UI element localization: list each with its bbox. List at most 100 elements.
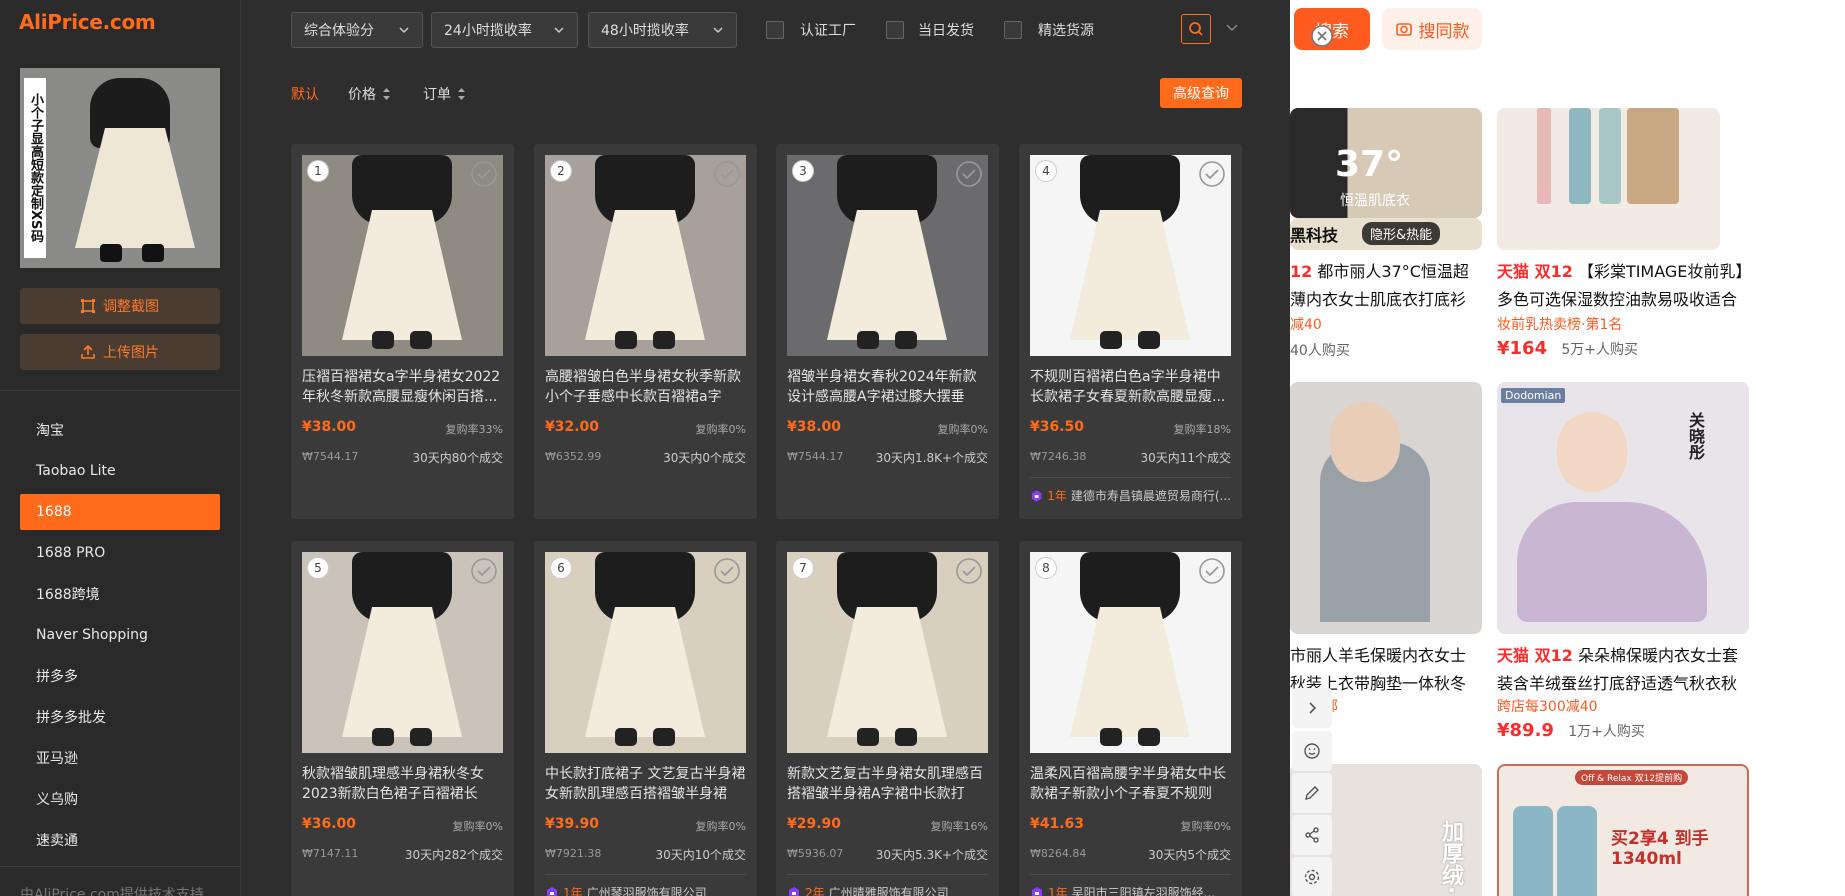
upload-image-button[interactable]: 上传图片 [20,334,220,370]
search-button[interactable] [1181,14,1211,44]
chevron-down-icon [713,27,723,34]
feedback-button[interactable] [1292,731,1332,771]
nav-item-yiwugo[interactable]: 义乌购 [20,781,220,817]
bg-product-image[interactable]: Dodomian 关晓彤 [1497,382,1749,634]
product-card[interactable]: 1 压褶百褶裙女a字半身裙女2022年秋冬新款高腰显瘦休闲百搭... ¥38.0… [291,144,514,519]
supplier-info[interactable]: 1年 建德市寿昌镇晨遮贸易商行(... [1030,487,1231,504]
dropdown-48h-pickup-rate[interactable]: 48小时揽收率 [588,12,737,48]
sort-price[interactable]: 价格 [348,84,391,104]
expand-button[interactable] [1292,688,1332,728]
bg-product-promo: 减40 [1290,317,1322,333]
bg-product-title[interactable]: 12 都市丽人37°C恒温超薄内衣女士肌底衣打底衫秋 [1290,258,1480,314]
repurchase-rate: 复购率0% [937,423,988,436]
nav-item-pinduoduo[interactable]: 拼多多 [20,658,220,694]
check-circle-icon[interactable] [470,557,498,585]
product-card[interactable]: 3 褶皱半身裙女春秋2024年新款设计感高腰A字裙过膝大摆垂感... ¥38.0… [776,144,999,519]
supplier-divider [545,874,746,875]
check-circle-icon[interactable] [955,557,983,585]
bg-img-badge: 隐形&热能 [1362,222,1441,245]
product-title[interactable]: 褶皱半身裙女春秋2024年新款设计感高腰A字裙过膝大摆垂感... [787,367,988,409]
product-card[interactable]: 4 不规则百褶裙白色a字半身裙中长款裙子女春夏新款高腰显瘦... ¥36.50 … [1019,144,1242,519]
monthly-sales: 30天内0个成交 [663,451,746,465]
product-title[interactable]: 中长款打底裙子 文艺复古半身裙女新款肌理感百搭褶皱半身裙A... [545,764,746,806]
checkbox-selected-sources[interactable] [1004,21,1022,39]
product-title[interactable]: 压褶百褶裙女a字半身裙女2022年秋冬新款高腰显瘦休闲百搭... [302,367,503,409]
nav-item-aliexpress[interactable]: 速卖通 [20,822,220,858]
checkbox-certified-factory[interactable] [766,21,784,39]
product-card[interactable]: 5 秋款褶皱肌理感半身裙秋冬女2023新款白色裙子百褶裙长裙... ¥36.00… [291,541,514,896]
product-image[interactable]: 2 [545,155,746,356]
bg-product-tag: 12 [1290,262,1313,281]
product-card[interactable]: 2 高腰褶皱白色半身裙女秋季新款小个子垂感中长款百褶裙a字裙... ¥32.00… [534,144,757,519]
chevron-right-icon [1309,702,1317,714]
nav-item-amazon[interactable]: 亚马逊 [20,740,220,776]
close-icon[interactable] [1310,24,1334,48]
product-title[interactable]: 新款文艺复古半身裙女肌理感百搭褶皱半身裙A字裙中长款打底... [787,764,988,806]
product-title[interactable]: 不规则百褶裙白色a字半身裙中长款裙子女春夏新款高腰显瘦... [1030,367,1231,409]
nav-item-pinduoduo-wholesale[interactable]: 拼多多批发 [20,699,220,735]
bg-product-title[interactable]: 天猫 双12 朵朵棉保暖内衣女士套装含羊绒蚕丝打底舒适透气秋衣秋裤 [1497,642,1752,698]
bg-product-price: ¥164 5万+人购买 [1497,338,1638,359]
nav-item-1688-pro[interactable]: 1688 PRO [20,535,220,571]
repurchase-rate: 复购率33% [445,423,503,436]
nav-item-naver-shopping[interactable]: Naver Shopping [20,617,220,653]
nav-item-taobao[interactable]: 淘宝 [20,412,220,448]
bg-same-style-button[interactable]: 搜同款 [1382,8,1482,50]
sort-orders[interactable]: 订单 [423,84,466,104]
settings-button[interactable] [1292,857,1332,896]
adjust-screenshot-button[interactable]: 调整截图 [20,288,220,324]
bg-product-image[interactable]: 37° 恒温肌底衣 [1290,108,1482,218]
bg-product-image[interactable] [1290,382,1482,634]
bg-product-sold: 1万+人购买 [1568,724,1645,740]
product-title[interactable]: 高腰褶皱白色半身裙女秋季新款小个子垂感中长款百褶裙a字裙... [545,367,746,409]
chevron-down-icon [399,27,409,34]
dropdown-24h-pickup-rate[interactable]: 24小时揽收率 [431,12,578,48]
supplier-badge-icon [789,886,799,896]
product-image[interactable]: 8 [1030,552,1231,753]
chevron-down-icon[interactable] [1224,20,1240,36]
supplier-divider [1030,874,1231,875]
product-price: ¥38.00 [787,419,842,435]
check-circle-icon[interactable] [1198,557,1226,585]
bg-product-tag: 天猫 双12 [1497,262,1573,281]
bg-product-image[interactable]: Off & Relax 双12提前购 买2享4 到手1340ml [1497,764,1749,896]
supplier-info[interactable]: 1年 广州琴羽服饰有限公司 [545,884,746,896]
supplier-years: 2年 [805,886,825,896]
check-circle-icon[interactable] [1198,160,1226,188]
rank-number: 5 [307,557,329,579]
edit-button[interactable] [1292,773,1332,813]
supplier-badge-icon [1031,489,1042,502]
product-title[interactable]: 温柔风百褶高腰字半身裙女中长款裙子新款小个子春夏不规则 [1030,764,1231,806]
product-card[interactable]: 7 新款文艺复古半身裙女肌理感百搭褶皱半身裙A字裙中长款打底... ¥29.90… [776,541,999,896]
bg-product-promo: 妆前乳热卖榜·第1名 [1497,317,1623,333]
product-image[interactable]: 6 [545,552,746,753]
nav-item-1688[interactable]: 1688 [20,494,220,530]
advanced-search-button[interactable]: 高级查询 [1160,78,1242,108]
bg-product-image[interactable] [1497,108,1720,250]
logo: AliPrice.com [19,10,156,34]
share-button[interactable] [1292,815,1332,855]
nav-item-1688-cross-border[interactable]: 1688跨境 [20,576,220,612]
check-circle-icon[interactable] [713,557,741,585]
bg-same-style-label: 搜同款 [1418,21,1470,42]
product-image[interactable]: 1 [302,155,503,356]
check-circle-icon[interactable] [713,160,741,188]
check-circle-icon[interactable] [955,160,983,188]
check-circle-icon[interactable] [470,160,498,188]
product-card[interactable]: 8 温柔风百褶高腰字半身裙女中长款裙子新款小个子春夏不规则 ¥41.63 复购率… [1019,541,1242,896]
product-title[interactable]: 秋款褶皱肌理感半身裙秋冬女2023新款白色裙子百褶裙长裙... [302,764,503,806]
supplier-info[interactable]: 2年 广州晴雅服饰有限公司 [787,884,988,896]
bg-img-brand: Dodomian [1501,388,1566,403]
bg-product-image: 黑科技 隐形&热能 [1290,218,1482,250]
supplier-info[interactable]: 1年 吴阳市三阳镇左羽服饰经... [1030,884,1231,896]
product-image[interactable]: 3 [787,155,988,356]
dropdown-experience-score[interactable]: 综合体验分 [291,12,423,48]
product-image[interactable]: 7 [787,552,988,753]
nav-item-taobao-lite[interactable]: Taobao Lite [20,453,220,489]
sort-default[interactable]: 默认 [291,84,319,104]
product-card[interactable]: 6 中长款打底裙子 文艺复古半身裙女新款肌理感百搭褶皱半身裙A... ¥39.9… [534,541,757,896]
bg-product-title[interactable]: 天猫 双12 【彩棠TIMAGE妆前乳】多色可选保湿数控油款易吸收适合 [1497,258,1752,314]
product-image[interactable]: 4 [1030,155,1231,356]
product-image[interactable]: 5 [302,552,503,753]
checkbox-same-day-shipping[interactable] [886,21,904,39]
